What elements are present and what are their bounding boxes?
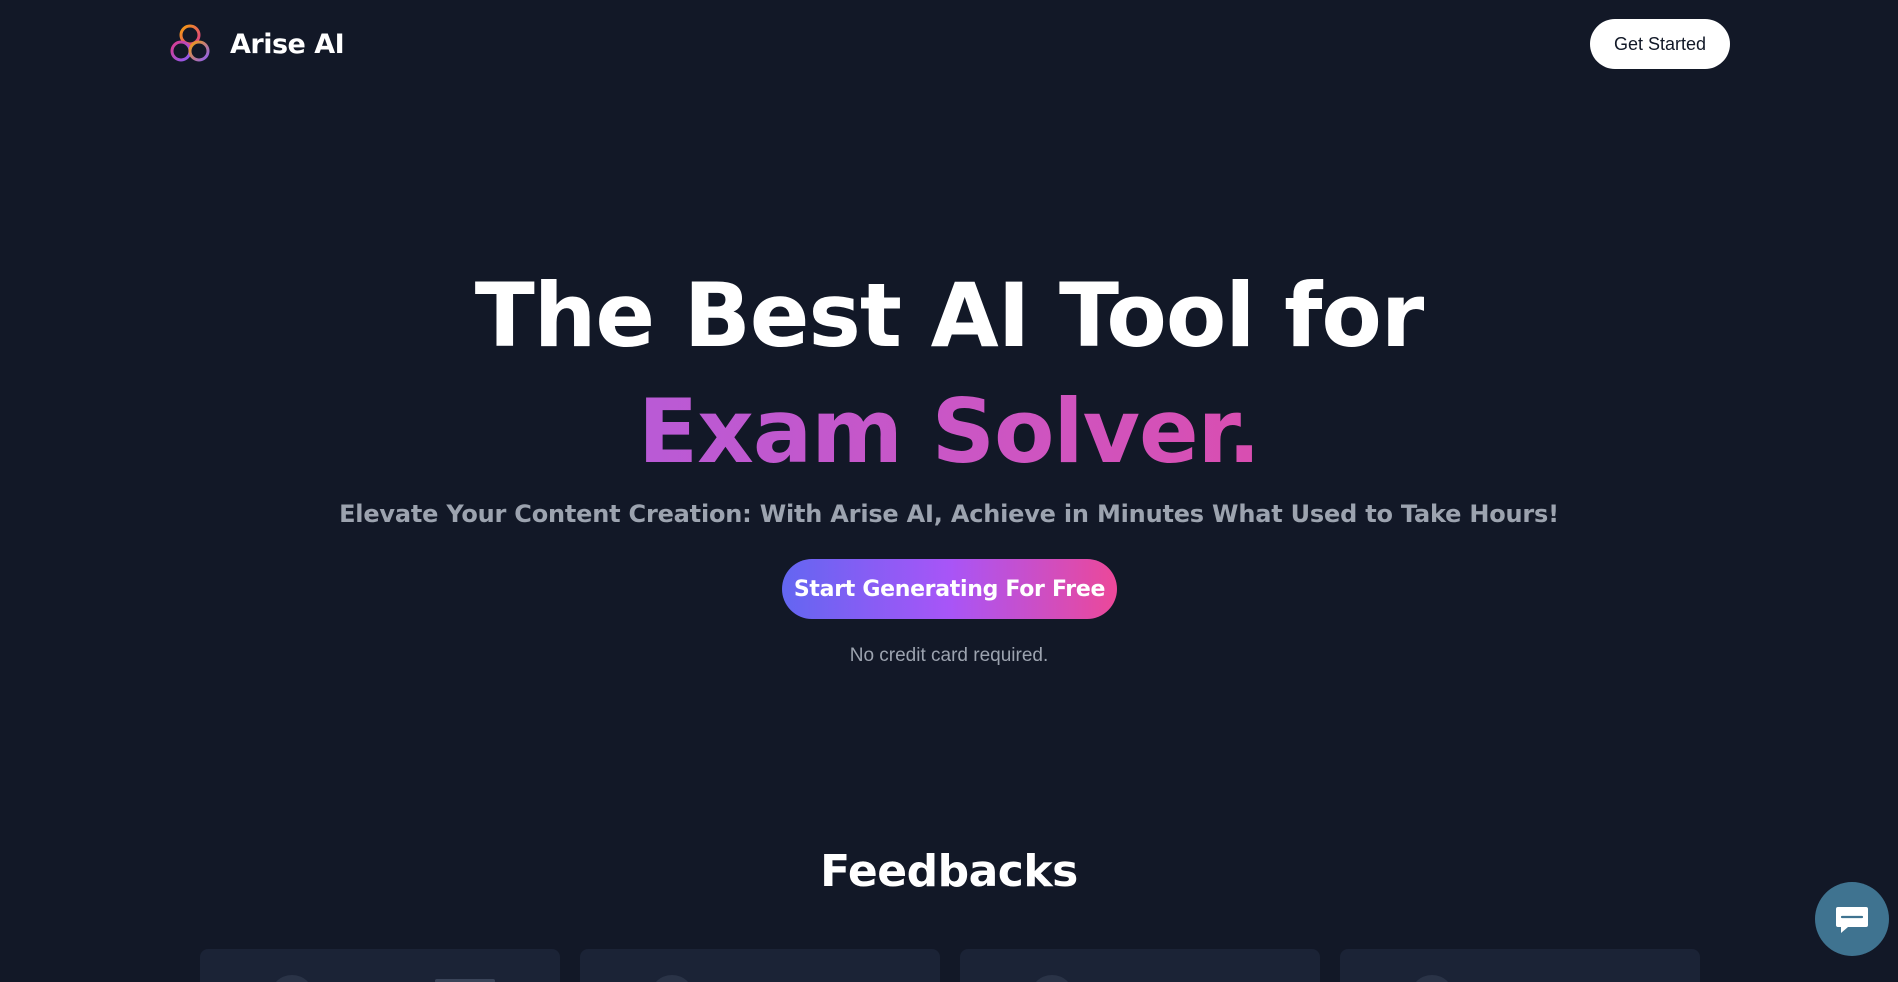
no-credit-card-note: No credit card required. bbox=[849, 645, 1049, 666]
chat-widget-button[interactable] bbox=[1815, 882, 1889, 956]
hero-title: The Best AI Tool for Exam Solver. bbox=[0, 258, 1898, 490]
brand-name: Arise AI bbox=[230, 28, 345, 60]
avatar bbox=[650, 975, 694, 982]
feedback-card bbox=[1340, 949, 1700, 982]
avatar bbox=[1030, 975, 1074, 982]
hero-title-accent: Exam Solver. bbox=[638, 380, 1261, 483]
avatar bbox=[270, 975, 314, 982]
avatar bbox=[1410, 975, 1454, 982]
feedback-card bbox=[200, 949, 560, 982]
brand-logo-link[interactable]: Arise AI bbox=[168, 22, 345, 66]
feedback-card bbox=[580, 949, 940, 982]
feedbacks-title: Feedbacks bbox=[820, 846, 1078, 897]
site-header: Arise AI Get Started bbox=[0, 0, 1898, 90]
hero-subtitle: Elevate Your Content Creation: With Aris… bbox=[339, 500, 1559, 528]
get-started-button[interactable]: Get Started bbox=[1590, 19, 1730, 69]
chat-bubble-icon bbox=[1836, 907, 1868, 933]
start-generating-button[interactable]: Start Generating For Free bbox=[782, 559, 1117, 619]
landing-page: Arise AI Get Started The Best AI Tool fo… bbox=[0, 0, 1898, 982]
hero-title-line1: The Best AI Tool for bbox=[474, 264, 1425, 367]
feedback-card bbox=[960, 949, 1320, 982]
interlocking-rings-logo-icon bbox=[170, 24, 210, 62]
